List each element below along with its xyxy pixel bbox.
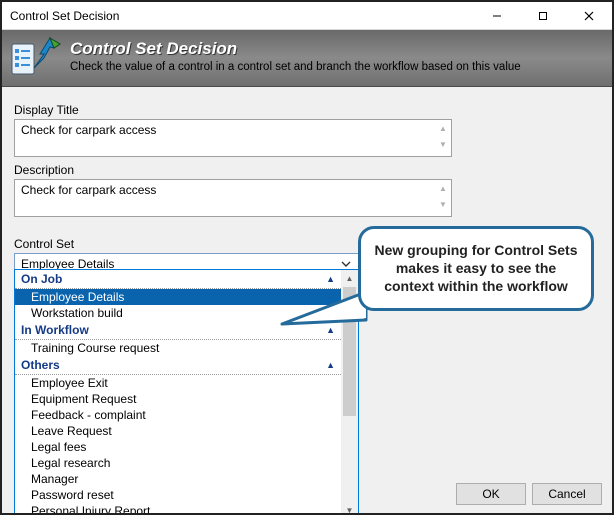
banner-text: Control Set Decision Check the value of … <box>70 39 604 73</box>
dropdown-item[interactable]: Leave Request <box>15 423 341 439</box>
dropdown-item[interactable]: Legal research <box>15 455 341 471</box>
ok-button[interactable]: OK <box>456 483 526 505</box>
callout-bubble: New grouping for Control Sets makes it e… <box>358 226 594 311</box>
dialog-footer: OK Cancel <box>456 483 602 505</box>
dropdown-item[interactable]: Personal Injury Report <box>15 503 341 513</box>
dropdown-item[interactable]: Employee Exit <box>15 375 341 391</box>
decision-icon <box>10 34 62 78</box>
display-title-value: Check for carpark access <box>15 120 435 140</box>
display-title-label: Display Title <box>14 103 600 117</box>
dropdown-item[interactable]: Manager <box>15 471 341 487</box>
scroll-up-button[interactable]: ▲ <box>341 270 358 287</box>
maximize-button[interactable] <box>520 2 566 30</box>
cancel-button[interactable]: Cancel <box>532 483 602 505</box>
titlebar: Control Set Decision <box>2 2 612 30</box>
description-value: Check for carpark access <box>15 180 435 200</box>
banner-subtitle: Check the value of a control in a contro… <box>70 61 604 73</box>
dropdown-group-header[interactable]: Others ▲ <box>15 356 341 375</box>
group-header-label: On Job <box>21 272 62 286</box>
close-button[interactable] <box>566 2 612 30</box>
description-field[interactable]: Check for carpark access ▲ ▼ <box>14 179 452 217</box>
scrollbar-stub: ▲ ▼ <box>435 120 451 152</box>
dropdown-item[interactable]: Training Course request <box>15 340 341 356</box>
scroll-down-icon: ▼ <box>435 136 451 152</box>
scroll-up-icon: ▲ <box>435 120 451 136</box>
callout-tail <box>280 288 370 328</box>
chevron-up-icon: ▲ <box>326 360 335 370</box>
scrollbar-stub: ▲ ▼ <box>435 180 451 212</box>
dropdown-item[interactable]: Feedback - complaint <box>15 407 341 423</box>
display-title-field[interactable]: Check for carpark access ▲ ▼ <box>14 119 452 157</box>
callout-text: New grouping for Control Sets makes it e… <box>373 241 579 296</box>
group-header-label: Others <box>21 358 60 372</box>
scroll-up-icon: ▲ <box>435 180 451 196</box>
window-title: Control Set Decision <box>2 9 474 23</box>
scroll-down-icon: ▼ <box>435 196 451 212</box>
minimize-button[interactable] <box>474 2 520 30</box>
group-header-label: In Workflow <box>21 323 89 337</box>
dropdown-item[interactable]: Password reset <box>15 487 341 503</box>
dropdown-item[interactable]: Legal fees <box>15 439 341 455</box>
scroll-down-button[interactable]: ▼ <box>341 502 358 513</box>
description-label: Description <box>14 163 600 177</box>
dropdown-group-header[interactable]: On Job ▲ <box>15 270 341 289</box>
dropdown-item[interactable]: Equipment Request <box>15 391 341 407</box>
banner: Control Set Decision Check the value of … <box>2 30 612 87</box>
dialog-window: Control Set Decision Co <box>2 2 612 513</box>
banner-title: Control Set Decision <box>70 39 604 59</box>
chevron-up-icon: ▲ <box>326 274 335 284</box>
